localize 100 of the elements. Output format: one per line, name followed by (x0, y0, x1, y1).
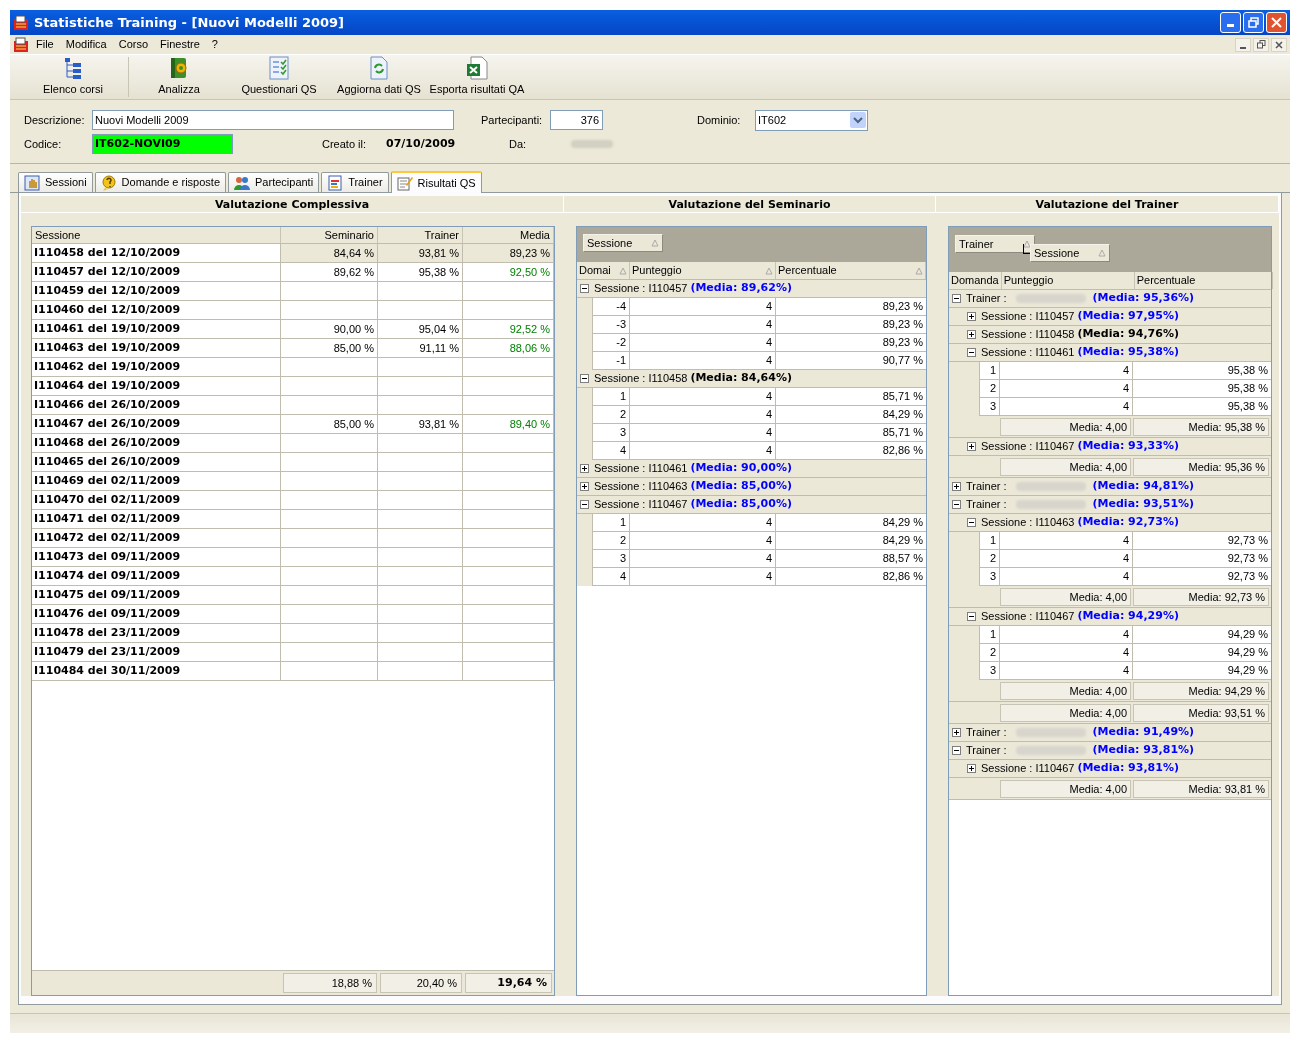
table-cell: 4 (630, 550, 776, 567)
table-cell: 1 (980, 626, 1000, 643)
sort-icon (1098, 249, 1106, 257)
collapse-toggle[interactable] (952, 746, 961, 755)
collapse-toggle[interactable] (967, 348, 976, 357)
tree-list-icon (62, 56, 84, 81)
group-average: (Media: 93,33%) (1077, 438, 1179, 455)
group-by-chip[interactable]: Sessione (1030, 244, 1110, 262)
session-cell: I110468 del 26/10/2009 (32, 434, 281, 452)
collapse-toggle[interactable] (967, 518, 976, 527)
column-header[interactable]: Percentuale (776, 262, 926, 279)
field-label: Da: (509, 136, 528, 152)
toolbar-button[interactable]: Esporta risultati QA (429, 55, 525, 99)
table-cell-text: 82,86 % (881, 443, 924, 458)
creation-date: 07/10/2009 (386, 135, 457, 152)
table-cell: 4 (1000, 362, 1133, 379)
column-header[interactable]: Punteggio (630, 262, 776, 279)
tab[interactable]: Domande e risposte (94, 172, 227, 192)
table-cell-text: 88,57 % (881, 551, 924, 566)
tab[interactable]: Partecipanti (228, 172, 320, 192)
collapse-toggle[interactable] (580, 374, 589, 383)
table-cell: 4 (1000, 380, 1133, 397)
hand-icon (24, 174, 40, 191)
session-cell: I110457 del 12/10/2009 (32, 263, 281, 281)
session-cell: I110460 del 12/10/2009 (32, 301, 281, 319)
group-label: Sessione : I110461 (981, 345, 1075, 361)
mdi-minimize-button[interactable] (1235, 37, 1251, 52)
app-icon (13, 36, 29, 53)
expand-toggle[interactable] (580, 482, 589, 491)
expand-toggle[interactable] (967, 442, 976, 451)
expand-toggle[interactable] (967, 312, 976, 321)
toolbar-button[interactable]: Aggiorna dati QS (329, 55, 429, 99)
expand-toggle[interactable] (967, 330, 976, 339)
expand-toggle[interactable] (967, 764, 976, 773)
toolbar-button[interactable]: Analizza (129, 55, 229, 99)
minimize-button[interactable] (1220, 12, 1241, 33)
collapse-toggle[interactable] (580, 500, 589, 509)
total-cell: 20,40 % (380, 973, 462, 993)
domain-dropdown[interactable]: IT602 (755, 109, 868, 131)
table-cell: 3 (980, 662, 1000, 679)
collapse-toggle[interactable] (952, 294, 961, 303)
table-cell-text: 94,29 % (1226, 663, 1269, 678)
column-header[interactable]: Media (463, 227, 554, 243)
table-cell-text: 89,23 % (881, 317, 924, 332)
tab[interactable]: Trainer (321, 172, 389, 192)
expand-toggle[interactable] (580, 464, 589, 473)
mdi-close-button[interactable] (1271, 37, 1287, 52)
table-cell: 89,40 % (463, 415, 554, 433)
toolbar-button[interactable]: Questionari QS (229, 55, 329, 99)
people-icon (234, 174, 251, 191)
table-cell: 89,23 % (463, 244, 554, 262)
table-cell: 95,04 % (378, 320, 463, 338)
menu-item[interactable]: Modifica (60, 36, 112, 53)
session-cell: I110466 del 26/10/2009 (32, 396, 281, 414)
column-header[interactable]: Percentuale (1134, 272, 1273, 289)
group-by-chip[interactable]: Trainer (955, 235, 1035, 253)
column-header[interactable]: Domanda (949, 272, 1002, 289)
close-button[interactable] (1266, 12, 1287, 33)
tab[interactable]: Risultati QS (390, 171, 482, 193)
column-header[interactable]: Seminario (281, 227, 378, 243)
group-average: (Media: 94,81%) (1092, 478, 1195, 495)
column-header[interactable]: Sessione (32, 227, 281, 243)
menu-item[interactable]: File (31, 36, 59, 53)
table-cell: 2 (980, 550, 1000, 567)
collapse-toggle[interactable] (952, 500, 961, 509)
session-cell: I110476 del 09/11/2009 (32, 605, 281, 623)
column-header[interactable]: Trainer (378, 227, 463, 243)
field-label: Creato il: (322, 136, 368, 152)
group-average: (Media: 95,36%) (1092, 290, 1195, 307)
group-average: (Media: 93,81%) (1092, 742, 1195, 759)
expand-toggle[interactable] (952, 482, 961, 491)
checklist-icon (268, 56, 290, 81)
toolbar-button[interactable]: Elenco corsi (18, 55, 128, 99)
menu-item[interactable]: Corso (113, 36, 154, 53)
app-icon (13, 14, 29, 31)
restore-button[interactable] (1243, 12, 1264, 33)
table-cell: 4 (630, 352, 776, 369)
menu-item[interactable]: Finestre (155, 36, 205, 53)
menu-item[interactable]: ? (206, 36, 223, 53)
column-header[interactable]: Domai (577, 262, 630, 279)
group-by-chip[interactable]: Sessione (583, 234, 663, 252)
table-cell: 4 (593, 568, 630, 585)
summary-cell: Media: 4,00 (1000, 779, 1131, 798)
document-chart-icon (327, 174, 344, 191)
table-cell: 92,52 % (463, 320, 554, 338)
table-cell-text: 92,73 % (1226, 569, 1269, 584)
mdi-restore-button[interactable] (1253, 37, 1269, 52)
description-field[interactable]: Nuovi Modelli 2009 (92, 110, 454, 130)
participants-field[interactable]: 376 (550, 110, 603, 130)
table-cell: 4 (630, 514, 776, 531)
field-label: Dominio: (697, 112, 742, 128)
field-label: Descrizione: (24, 112, 86, 128)
session-cell: I110467 del 26/10/2009 (32, 415, 281, 433)
column-header[interactable]: Punteggio (1001, 272, 1135, 289)
table-cell: 3 (980, 398, 1000, 415)
tab[interactable]: Sessioni (18, 172, 93, 192)
expand-toggle[interactable] (952, 728, 961, 737)
section-title: Valutazione Complessiva (21, 196, 564, 212)
collapse-toggle[interactable] (967, 612, 976, 621)
collapse-toggle[interactable] (580, 284, 589, 293)
